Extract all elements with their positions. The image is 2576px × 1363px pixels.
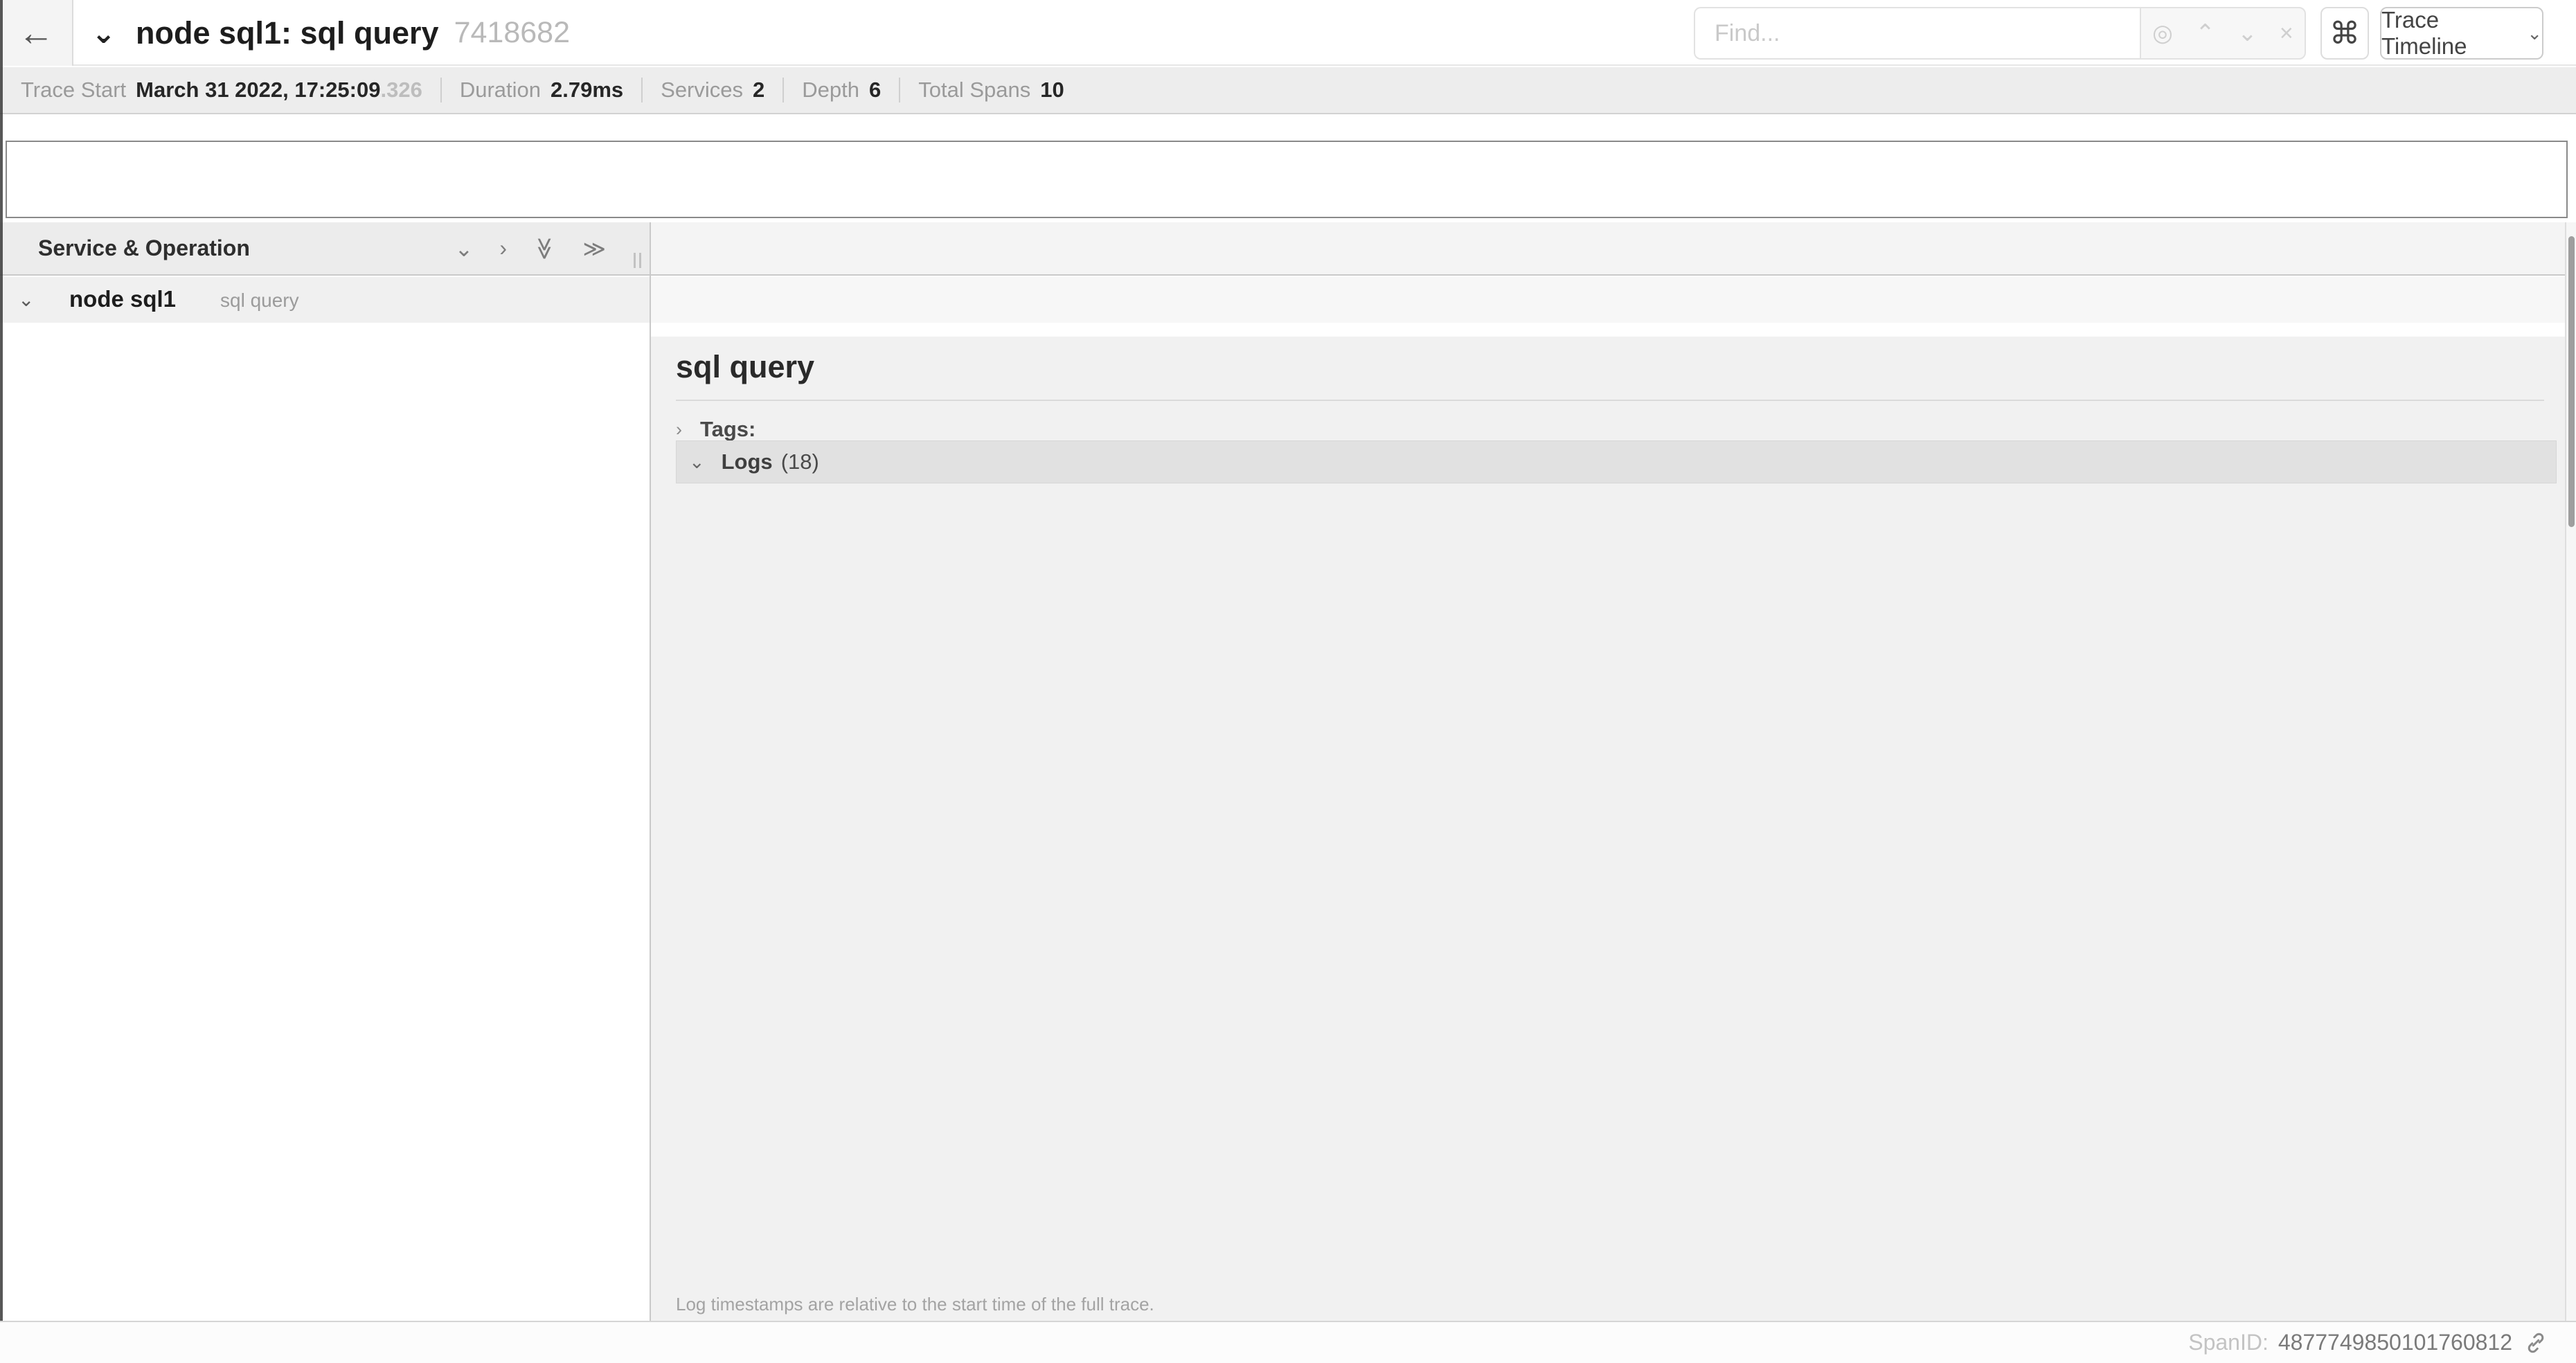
span-collapse-icon[interactable]: ⌄ [18,288,34,311]
spanid-label: SpanID: [2188,1330,2269,1355]
service-color-stripe [33,277,48,323]
chevron-down-icon: ⌄ [2527,22,2542,44]
expand-all-icon[interactable]: ≫ [583,235,607,262]
tags-label: Tags: [700,417,756,441]
trace-timeline-dropdown[interactable]: Trace Timeline ⌄ [2380,7,2543,60]
trace-stat-label: Duration [459,78,541,102]
span-detail-panel: sql query › Tags: ⌄ Logs (18) Log timest… [651,337,2565,1321]
trace-stat-value: 6 [869,78,882,102]
find-next-icon[interactable]: ⌄ [2237,19,2257,47]
service-name: node sql1 [69,286,177,312]
trace-stat: Depth 6 [802,78,881,103]
trace-collapse-icon[interactable]: ⌄ [91,0,116,66]
trace-title-text: node sql1: sql query [136,15,439,51]
scrollbar-thumb[interactable] [2568,236,2575,527]
column-resize-handle[interactable] [634,253,641,268]
collapse-one-icon[interactable]: ⌄ [455,235,474,262]
detail-left-panel [0,337,650,1321]
trace-stat-value: 2.79ms [551,78,624,102]
timeline-header-row: Service & Operation ⌄ › ≫ ≫ [0,222,2565,276]
trace-title: node sql1: sql query 7418682 [136,0,570,66]
detail-divider [676,400,2544,401]
minimap-canvas[interactable] [6,141,2568,218]
collapse-all-icon[interactable]: ≫ [532,237,558,260]
trace-stat: Trace Start March 31 2022, 17:25:09.326 [21,78,422,103]
divider [440,78,442,103]
trace-stat-label: Total Spans [918,78,1031,102]
command-icon: ⌘ [2329,16,2360,51]
detail-row-background [48,337,650,1321]
trace-stat: Duration 2.79ms [460,78,623,103]
divider [641,78,643,103]
trace-stat-value: March 31 2022, 17:25:09 [136,78,381,102]
timeline-ticks-header [651,222,2565,274]
top-header: ← ⌄ node sql1: sql query 7418682 ◎ ⌃ ⌄ ×… [0,0,2576,66]
trace-stat-label: Trace Start [21,78,127,102]
divider [782,78,785,103]
span-row: ⌄ node sql1 sql query [0,277,2565,323]
find-input[interactable] [1694,7,2140,60]
find-button-group: ◎ ⌃ ⌄ × [2140,7,2306,60]
span-row-timeline-cell[interactable] [651,277,2565,323]
detail-row-gutter [6,323,33,337]
logs-section-header[interactable]: ⌄ Logs (18) [676,440,2557,483]
chevron-right-icon[interactable]: › [676,419,682,440]
logs-count: (18) [780,449,819,474]
span-duration-bar[interactable] [651,295,2565,313]
back-button[interactable]: ← [0,0,73,66]
column-divider[interactable] [650,222,651,1321]
scrollbar-track[interactable] [2565,222,2576,1321]
divider [899,78,901,103]
trace-summary-bar: Trace Start March 31 2022, 17:25:09.326 Du… [0,67,2576,114]
find-clear-icon[interactable]: × [2280,20,2293,47]
service-operation-header: Service & Operation ⌄ › ≫ ≫ [0,222,651,274]
trace-timeline-label: Trace Timeline [2381,7,2467,59]
find-prev-icon[interactable]: ⌃ [2195,19,2215,47]
detail-row-span-bar [33,323,2565,337]
footer-bar: SpanID: 4877749850101760812 [0,1321,2576,1363]
logs-label: Logs [721,449,773,474]
trace-stat-value: 2 [753,78,765,102]
scrollbar-span-mark [2568,323,2576,337]
trace-stat-label: Services [661,78,744,102]
service-operation-label: Service & Operation [38,235,250,260]
logs-footnote: Log timestamps are relative to the start… [676,1294,1154,1315]
expand-one-icon[interactable]: › [499,235,507,262]
minimap-tick-labels [0,116,2576,141]
trace-stat: Total Spans 10 [918,78,1064,103]
back-arrow-icon: ← [18,12,54,53]
service-color-stripe [33,337,48,1321]
trace-stat-label: Depth [802,78,859,102]
trace-id: 7418682 [454,16,570,49]
keyboard-shortcuts-button[interactable]: ⌘ [2320,7,2369,60]
operation-name: sql query [220,289,299,311]
span-row-name-cell[interactable]: ⌄ node sql1 sql query [0,277,651,323]
trace-stat: Services 2 [661,78,764,103]
spanid-value: 4877749850101760812 [2278,1330,2512,1355]
find-target-icon[interactable]: ◎ [2152,19,2173,47]
chevron-down-icon: ⌄ [689,451,705,472]
detail-operation-title: sql query [676,349,815,384]
trace-stat-value: 10 [1040,78,1064,102]
deep-link-icon[interactable] [2523,1330,2548,1355]
window-left-edge [0,0,3,1321]
trace-stat-suffix: .326 [380,78,422,102]
